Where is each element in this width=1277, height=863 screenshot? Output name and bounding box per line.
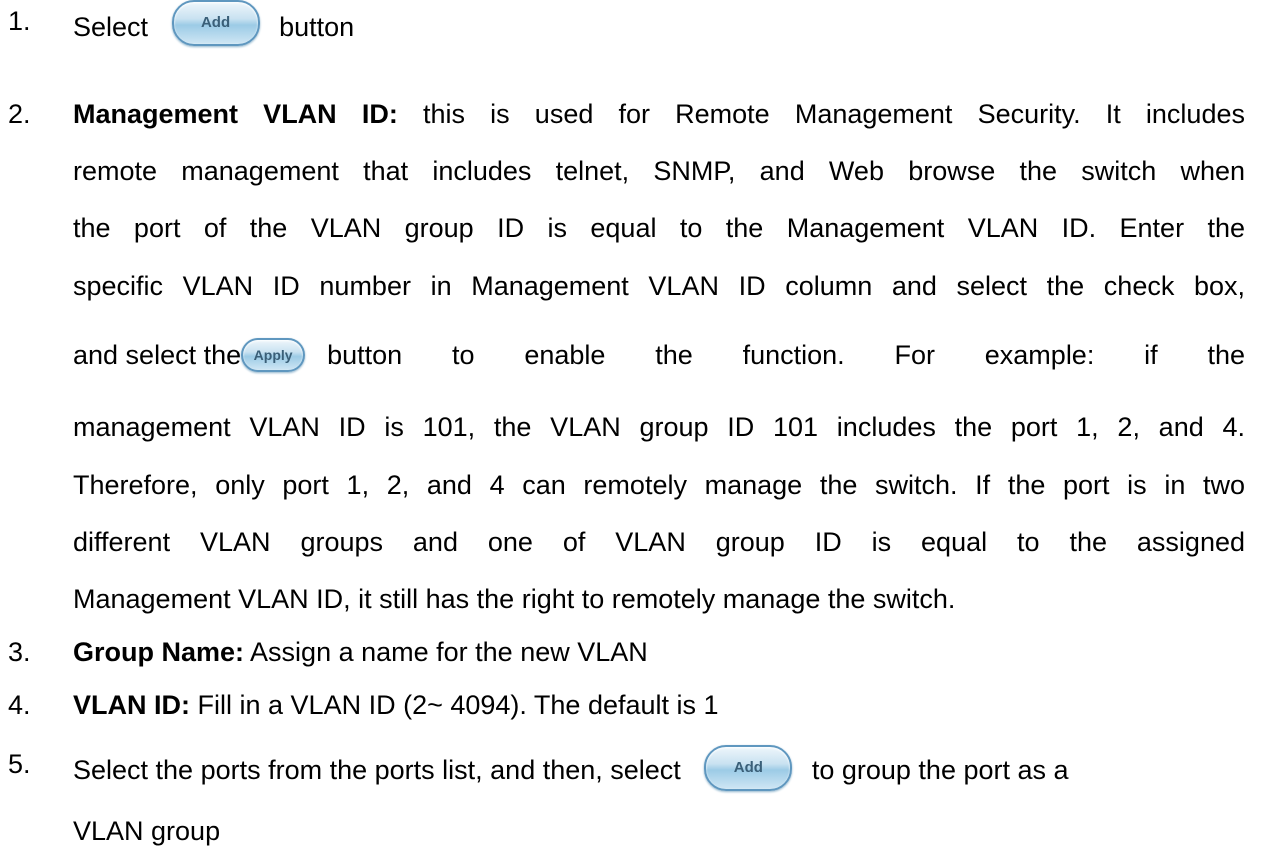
add-button-label: Add xyxy=(200,14,231,31)
item-5-text-after: to group the port as a xyxy=(811,755,1069,786)
add-button-image-2: Add xyxy=(704,745,793,791)
item-2-line-4: specific VLAN ID number in Management VL… xyxy=(73,271,1245,301)
add-button-label-2: Add xyxy=(733,759,763,776)
list-item-3: Group Name: Assign a name for the new VL… xyxy=(73,637,648,668)
item-1-text-after: button xyxy=(279,12,355,43)
list-item-5: Select the ports from the ports list, an… xyxy=(73,745,1069,795)
item-1-text-before: Select xyxy=(73,12,149,43)
apply-button-image: Apply xyxy=(241,338,306,372)
list-item-4: VLAN ID: Fill in a VLAN ID (2~ 4094). Th… xyxy=(73,690,719,721)
item-2-line-7: Therefore, only port 1, 2, and 4 can rem… xyxy=(73,470,1245,500)
item-4-text: Fill in a VLAN ID (2~ 4094). The default… xyxy=(197,690,719,720)
item-2-line-6: management VLAN ID is 101, the VLAN grou… xyxy=(73,412,1245,442)
item-2-line-1-text: this is used for Remote Management Secur… xyxy=(422,99,1245,129)
item-2-line-5-before: and select the xyxy=(73,339,242,370)
item-5-line-2: VLAN group xyxy=(73,816,221,846)
item-2-line-8: different VLAN groups and one of VLAN gr… xyxy=(73,527,1245,557)
item-2-line-3: the port of the VLAN group ID is equal t… xyxy=(73,213,1245,243)
management-vlan-heading: Management VLAN ID: xyxy=(73,99,398,129)
item-2-line-9: Management VLAN ID, it still has the rig… xyxy=(73,584,956,614)
document-page: 1. Select Add button 2. Management VLAN … xyxy=(0,0,1277,863)
add-button-image: Add xyxy=(171,0,260,46)
group-name-heading: Group Name: xyxy=(73,637,245,667)
vlan-id-heading: VLAN ID: xyxy=(73,690,190,720)
list-number-5: 5. xyxy=(8,749,31,779)
list-number-2: 2. xyxy=(8,99,31,129)
item-5-text-before: Select the ports from the ports list, an… xyxy=(73,755,681,786)
apply-button-label: Apply xyxy=(253,347,293,363)
list-number-1: 1. xyxy=(8,6,31,36)
list-number-4: 4. xyxy=(8,690,31,720)
item-2-line-2: remote management that includes telnet, … xyxy=(73,156,1245,186)
item-2-line-1: Management VLAN ID: this is used for Rem… xyxy=(73,99,1245,130)
item-3-text: Assign a name for the new VLAN xyxy=(250,637,648,667)
item-2-line-5: and select the Apply button to enable th… xyxy=(73,338,1245,372)
list-number-3: 3. xyxy=(8,637,31,667)
list-item-1: Select Add button xyxy=(73,0,355,52)
item-2-line-5-after: button to enable the function. For examp… xyxy=(327,339,1245,370)
